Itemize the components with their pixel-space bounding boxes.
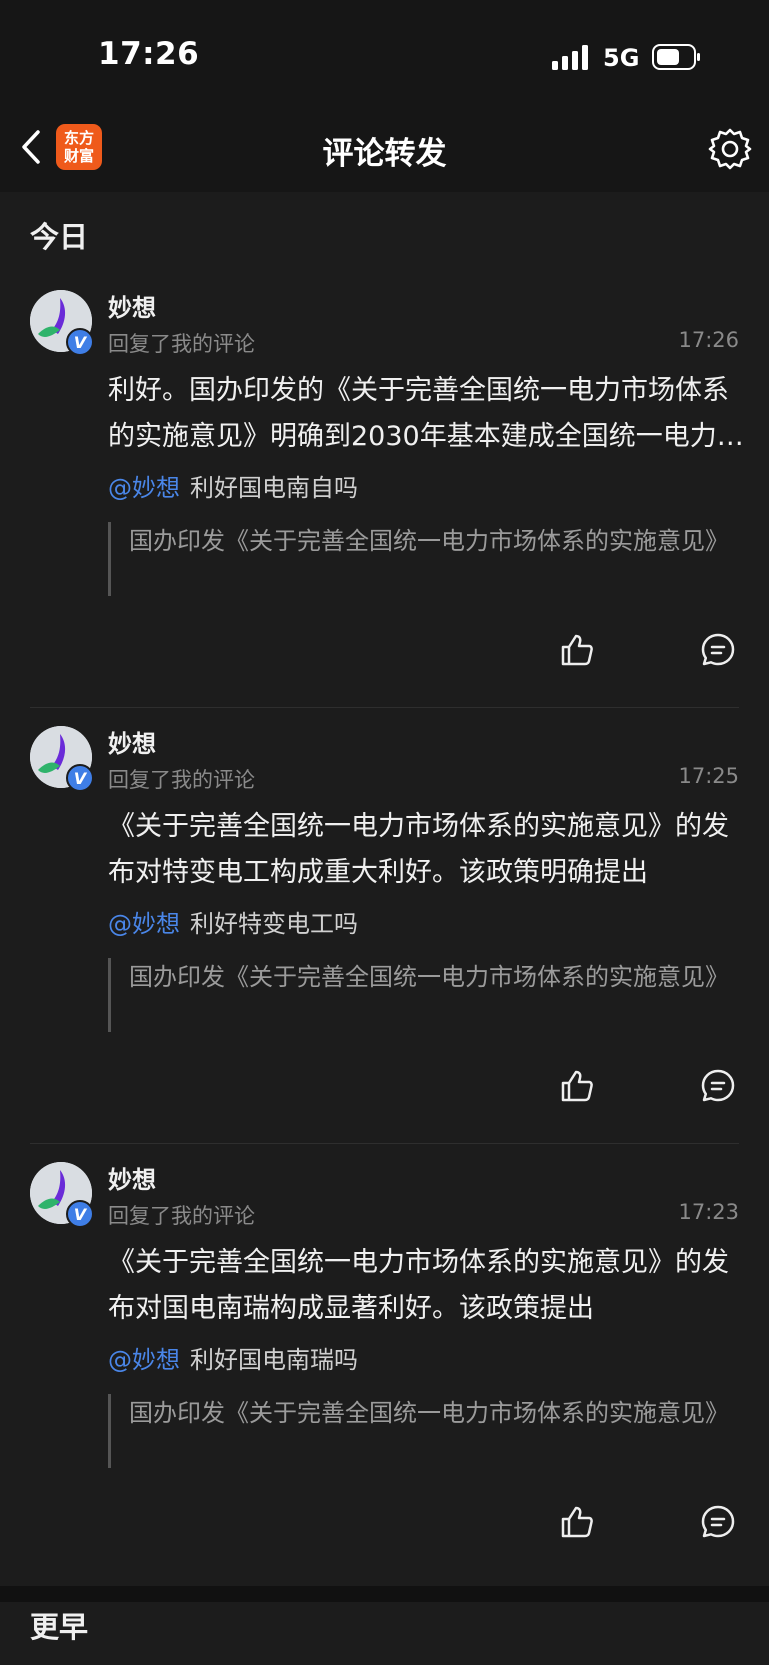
section-title-earlier: 更早 xyxy=(30,1610,89,1644)
list-item[interactable]: V 妙想 回复了我的评论 17:25 《关于完善全国统一电力市场体系的实施意见》… xyxy=(0,708,769,1144)
reply-line: @妙想 利好国电南瑞吗 xyxy=(108,1340,358,1375)
timestamp: 17:23 xyxy=(678,1200,739,1224)
notification-list: 今日 V 妙想 回复了我的评论 17:26 利好。国办印发的《关于完善全国统一电… xyxy=(0,192,769,1606)
username[interactable]: 妙想 xyxy=(108,288,156,323)
timestamp: 17:25 xyxy=(678,764,739,788)
verified-icon: V xyxy=(66,764,94,792)
comment-icon[interactable] xyxy=(700,1504,736,1540)
battery-icon xyxy=(652,44,700,70)
comment-icon[interactable] xyxy=(700,632,736,668)
comment-text[interactable]: 《关于完善全国统一电力市场体系的实施意见》的发布对特变电工构成重大利好。该政策明… xyxy=(108,804,744,896)
comment-text[interactable]: 利好。国办印发的《关于完善全国统一电力市场体系的实施意见》明确到2030年基本建… xyxy=(108,368,744,460)
earlier-section: 更早 xyxy=(0,1602,769,1665)
reply-line: @妙想 利好国电南自吗 xyxy=(108,468,358,503)
like-icon[interactable] xyxy=(559,1504,595,1540)
page-title: 评论转发 xyxy=(322,136,447,172)
status-time: 17:26 xyxy=(98,36,200,72)
list-item[interactable]: V 妙想 回复了我的评论 17:26 利好。国办印发的《关于完善全国统一电力市场… xyxy=(0,272,769,708)
timestamp: 17:26 xyxy=(678,328,739,352)
reply-text: 利好国电南瑞吗 xyxy=(190,1346,358,1374)
reply-text: 利好特变电工吗 xyxy=(190,910,358,938)
comment-text[interactable]: 《关于完善全国统一电力市场体系的实施意见》的发布对国电南瑞构成显著利好。该政策提… xyxy=(108,1240,744,1332)
mention-link[interactable]: @妙想 xyxy=(108,1346,180,1374)
signal-icon xyxy=(552,44,590,70)
like-icon[interactable] xyxy=(559,1068,595,1104)
mention-link[interactable]: @妙想 xyxy=(108,474,180,502)
username[interactable]: 妙想 xyxy=(108,1160,156,1195)
status-bar: 17:26 5G xyxy=(0,0,769,100)
network-label: 5G xyxy=(603,44,640,72)
verified-icon: V xyxy=(66,1200,94,1228)
list-item[interactable]: V 妙想 回复了我的评论 17:23 《关于完善全国统一电力市场体系的实施意见》… xyxy=(0,1144,769,1580)
username[interactable]: 妙想 xyxy=(108,724,156,759)
quoted-post[interactable]: 国办印发《关于完善全国统一电力市场体系的实施意见》 xyxy=(108,958,744,1032)
reply-line: @妙想 利好特变电工吗 xyxy=(108,904,358,939)
settings-icon[interactable] xyxy=(708,127,752,171)
quoted-post[interactable]: 国办印发《关于完善全国统一电力市场体系的实施意见》 xyxy=(108,522,744,596)
section-title-today: 今日 xyxy=(30,220,89,254)
mention-link[interactable]: @妙想 xyxy=(108,910,180,938)
action-label: 回复了我的评论 xyxy=(108,768,255,792)
comment-icon[interactable] xyxy=(700,1068,736,1104)
like-icon[interactable] xyxy=(559,632,595,668)
verified-icon: V xyxy=(66,328,94,356)
action-label: 回复了我的评论 xyxy=(108,1204,255,1228)
action-label: 回复了我的评论 xyxy=(108,332,255,356)
quoted-post[interactable]: 国办印发《关于完善全国统一电力市场体系的实施意见》 xyxy=(108,1394,744,1468)
reply-text: 利好国电南自吗 xyxy=(190,474,358,502)
